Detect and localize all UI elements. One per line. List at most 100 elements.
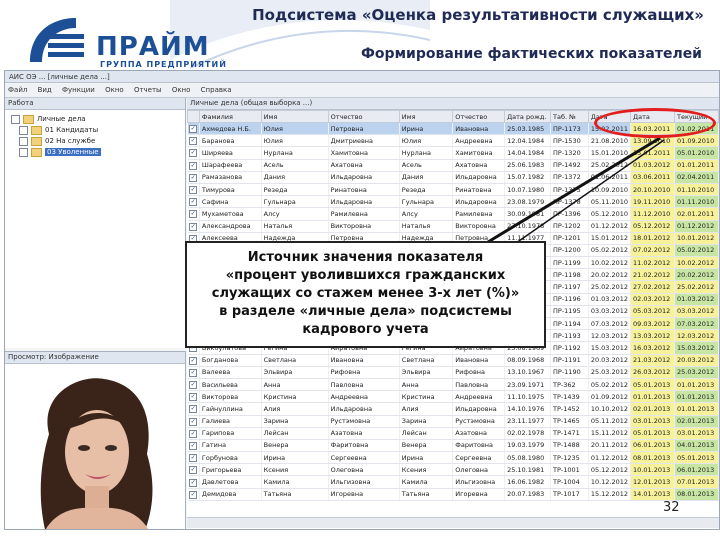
table-row[interactable]: ✓ Викторова Кристина Андреевна Кристина Андре… [187, 390, 719, 404]
table-cell: 10.07.1980 [504, 183, 552, 197]
table-row[interactable]: ✓ Рамазанова Дания Ильдаровна Дания Ильдаровн… [187, 171, 719, 184]
table-cell: Давлетова [199, 475, 262, 489]
col-header[interactable]: Дата рожд. [504, 110, 552, 123]
row-checkbox[interactable]: ✓ [189, 149, 198, 158]
table-row[interactable]: ✓ Васильева Анна Павловна Анна Павловна 23.09.… [187, 378, 719, 392]
table-cell: ТР-1017 [550, 488, 589, 501]
row-checkbox[interactable]: ✓ [189, 198, 198, 207]
table-cell: 01.09.2012 [588, 390, 632, 404]
expand-icon[interactable] [19, 125, 28, 135]
menu-view[interactable]: Вид [38, 84, 52, 97]
col-header[interactable]: Таб. № [550, 110, 589, 123]
row-checkbox[interactable]: ✓ [189, 405, 198, 414]
row-checkbox[interactable]: ✓ [189, 381, 198, 390]
row-checkbox[interactable]: ✓ [189, 173, 198, 182]
row-checkbox-cell[interactable]: ✓ [187, 134, 200, 148]
tree-item-candidates[interactable]: 01 Кандидаты [19, 125, 98, 135]
table-cell: 05.03.2012 [630, 305, 675, 319]
table-row[interactable]: ✓ Валеева Эльвира Рифовна Эльвира Рифовна 13.1… [187, 366, 719, 379]
table-row[interactable]: ✓ Григорьева Ксения Олеговна Ксения Олеговна 2… [187, 463, 719, 477]
table-row[interactable]: ✓ Горбунова Ирина Сергеевна Ирина Сергеевна 05… [187, 451, 719, 465]
table-row[interactable]: ✓ Александрова Наталья Викторовна Наталья Вик… [187, 220, 719, 233]
row-checkbox-cell[interactable]: ✓ [187, 159, 200, 172]
menu-window-2[interactable]: Окно [172, 84, 191, 97]
table-row[interactable]: ✓ Галиева Зарина Рустэмовна Зарина Рустэмовна… [187, 415, 719, 428]
table-row[interactable]: ✓ Ширяева Нурлана Хамитовна Нурлана Хамитовна… [187, 146, 719, 160]
row-checkbox[interactable]: ✓ [189, 441, 198, 450]
col-header[interactable]: Имя [398, 110, 454, 123]
table-cell: 01.03.2012 [588, 293, 632, 306]
row-checkbox-cell[interactable]: ✓ [187, 220, 200, 233]
expand-icon[interactable] [19, 147, 28, 157]
row-checkbox-cell[interactable]: ✓ [187, 451, 200, 465]
row-checkbox-cell[interactable]: ✓ [187, 378, 200, 392]
expand-icon[interactable] [19, 136, 28, 146]
menu-file[interactable]: Файл [8, 84, 27, 97]
row-checkbox-cell[interactable]: ✓ [187, 415, 200, 428]
table-cell: Асель [261, 159, 329, 172]
tree-root[interactable]: Личные дела [11, 114, 86, 124]
table-row[interactable]: ✓ Богданова Светлана Ивановна Светлана Иванов… [187, 354, 719, 367]
table-row[interactable]: ✓ Давлетова Камила Ильгизовна Камила Ильгизов… [187, 475, 719, 489]
row-checkbox-cell[interactable]: ✓ [187, 146, 200, 160]
row-checkbox-cell[interactable]: ✓ [187, 366, 200, 379]
col-header[interactable]: Отчество [327, 110, 400, 123]
table-row[interactable]: ✓ Гайнуллина Алия Ильдаровна Алия Ильдаровна 1… [187, 402, 719, 416]
menu-reports[interactable]: Отчеты [134, 84, 162, 97]
row-checkbox[interactable]: ✓ [189, 466, 198, 475]
tree-item-dismissed[interactable]: 03 Уволенные [19, 147, 101, 157]
row-checkbox-cell[interactable]: ✓ [187, 171, 200, 184]
col-header[interactable]: Имя [260, 110, 329, 123]
col-header[interactable] [187, 110, 200, 123]
row-checkbox-cell[interactable]: ✓ [187, 427, 200, 440]
row-checkbox[interactable]: ✓ [189, 186, 198, 195]
row-checkbox[interactable]: ✓ [189, 417, 198, 426]
table-row[interactable]: ✓ Тимурова Резеда Ринатовна Резеда Ринатовна 1… [187, 183, 719, 197]
row-checkbox[interactable]: ✓ [189, 368, 198, 377]
col-header[interactable]: Фамилия [198, 110, 262, 123]
expand-icon[interactable] [11, 114, 20, 124]
row-checkbox[interactable]: ✓ [189, 393, 198, 402]
table-row[interactable]: ✓ Шарафеева Асель Ахатовна Асель Ахатовна 25.0… [187, 159, 719, 172]
row-checkbox-cell[interactable]: ✓ [187, 402, 200, 416]
row-checkbox-cell[interactable]: ✓ [187, 195, 200, 209]
row-checkbox[interactable]: ✓ [189, 429, 198, 438]
table-cell: Асель [399, 159, 454, 172]
tree-item-in-service[interactable]: 02 На службе [19, 136, 95, 146]
table-cell: ПР-1194 [550, 317, 589, 331]
row-checkbox-cell[interactable]: ✓ [187, 439, 200, 453]
table-cell: Тимурова [199, 183, 262, 197]
row-checkbox-cell[interactable]: ✓ [187, 488, 200, 501]
table-row[interactable]: ✓ Сафина Гульнара Ильдаровна Гульнара Ильдаро… [187, 195, 719, 209]
row-checkbox[interactable]: ✓ [189, 356, 198, 365]
horizontal-scrollbar[interactable] [187, 517, 719, 528]
table-row[interactable]: ✓ Гатина Венера Фаритовна Венера Фаритовна 19.… [187, 439, 719, 453]
row-checkbox-cell[interactable]: ✓ [187, 475, 200, 489]
row-checkbox-cell[interactable]: ✓ [187, 122, 200, 136]
table-row[interactable]: ✓ Гарипова Лейсан Азатовна Лейсан Азатовна 02.… [187, 427, 719, 440]
table-cell: 16.06.1982 [504, 475, 552, 489]
row-checkbox[interactable]: ✓ [189, 490, 198, 499]
row-checkbox[interactable]: ✓ [189, 454, 198, 463]
table-cell: 05.11.2010 [588, 195, 632, 209]
row-checkbox[interactable]: ✓ [189, 137, 198, 146]
menu-help[interactable]: Справка [201, 84, 232, 97]
menu-functions[interactable]: Функции [62, 84, 95, 97]
row-checkbox-cell[interactable]: ✓ [187, 463, 200, 477]
row-checkbox-cell[interactable]: ✓ [187, 183, 200, 197]
row-checkbox-cell[interactable]: ✓ [187, 354, 200, 367]
table-cell: Рустэмовна [452, 415, 506, 428]
row-checkbox[interactable]: ✓ [189, 210, 198, 219]
col-header[interactable]: Отчество [452, 110, 506, 123]
table-cell: Андреевна [328, 390, 400, 404]
row-checkbox[interactable]: ✓ [189, 125, 198, 134]
menu-window[interactable]: Окно [105, 84, 124, 97]
row-checkbox[interactable]: ✓ [189, 161, 198, 170]
row-checkbox[interactable]: ✓ [189, 478, 198, 487]
table-cell: ТР-1004 [550, 475, 589, 489]
row-checkbox[interactable]: ✓ [189, 222, 198, 231]
row-checkbox-cell[interactable]: ✓ [187, 390, 200, 404]
row-checkbox-cell[interactable]: ✓ [187, 207, 200, 221]
table-row[interactable]: ✓ Демидова Татьяна Игоревна Татьяна Игоревна 2… [187, 488, 719, 501]
table-row[interactable]: ✓ Мухаметова Алсу Рамилевна Алсу Рамилевна 30.… [187, 207, 719, 221]
